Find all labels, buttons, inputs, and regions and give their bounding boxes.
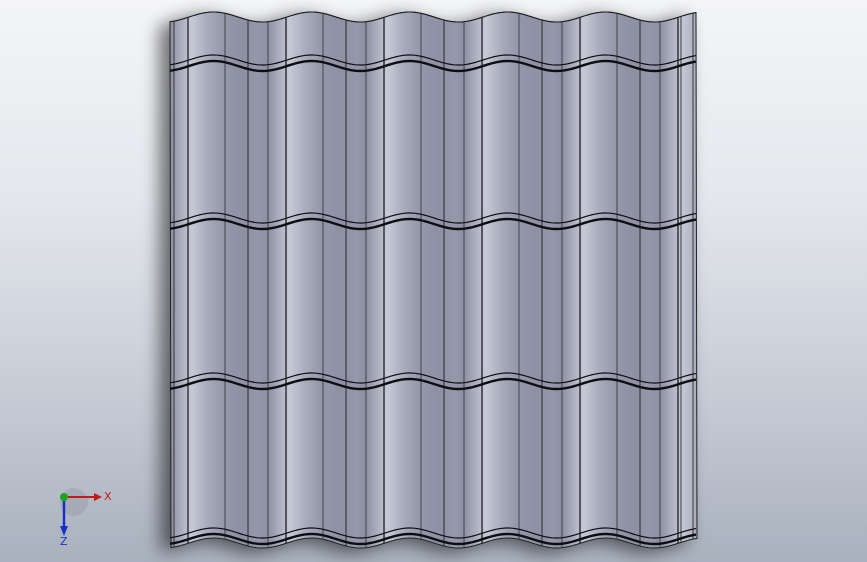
x-axis-arrow [94,493,102,501]
tile-panel-surface [169,11,698,549]
z-axis-label: Z [60,535,68,546]
roof-tile-model[interactable] [0,0,867,562]
graphics-viewport[interactable]: X Z [0,0,867,562]
x-axis-label: X [104,490,112,503]
tile-panel-body [169,11,698,549]
coordinate-triad: X Z [60,488,112,546]
y-axis-dot [60,493,68,501]
